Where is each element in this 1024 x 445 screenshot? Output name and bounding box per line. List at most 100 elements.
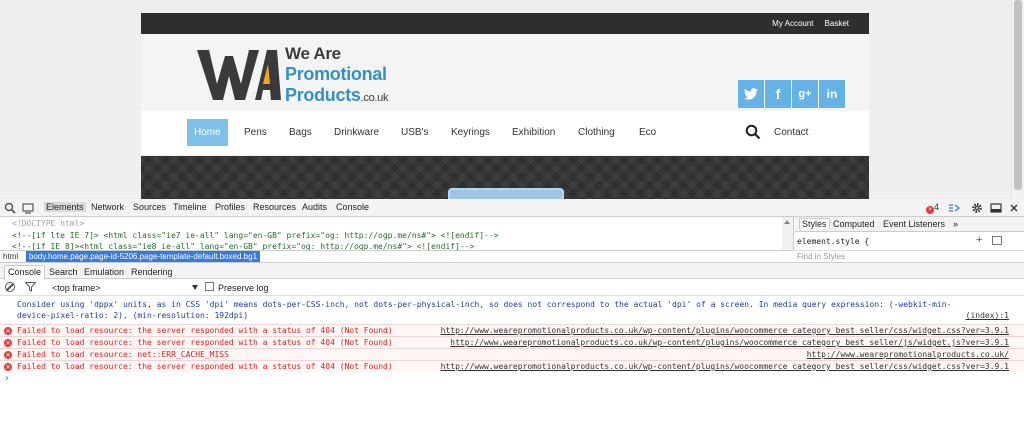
nav-drinkware[interactable]: Drinkware: [334, 119, 379, 146]
hero-banner: [141, 156, 869, 199]
drawer-tab-console[interactable]: Console: [4, 265, 46, 280]
tab-elements[interactable]: Elements: [44, 202, 86, 212]
page-viewport: My Account Basket We Are Promotional Pro…: [0, 0, 1024, 199]
find-in-styles-input[interactable]: Find in Styles: [795, 250, 1024, 262]
error-icon: ×: [4, 327, 12, 335]
nav-pens[interactable]: Pens: [244, 119, 267, 146]
tab-profiles[interactable]: Profiles: [215, 202, 245, 212]
settings-gear-icon[interactable]: [971, 202, 983, 214]
frame-select[interactable]: <top frame>: [52, 283, 101, 293]
tab-event-listeners[interactable]: Event Listeners: [883, 219, 945, 229]
error-icon: ×: [926, 206, 934, 214]
nav-home[interactable]: Home: [187, 119, 228, 146]
error-icon: ×: [4, 363, 12, 371]
more-tabs-chevron-icon[interactable]: »: [953, 219, 958, 229]
error-icon: ×: [4, 351, 12, 359]
dom-node-comment-ie7[interactable]: <!--[if lte IE 7]> <html class="ie7 ie-a…: [12, 231, 498, 240]
nav-usbs[interactable]: USB's: [401, 119, 428, 146]
console-messages: Consider using 'dppx' units, as in CSS '…: [0, 296, 1024, 445]
close-icon[interactable]: [1008, 202, 1020, 214]
logo-domain-suffix: .co.uk: [360, 92, 389, 104]
device-mode-icon[interactable]: [22, 202, 34, 214]
breadcrumb-html[interactable]: html: [3, 252, 18, 261]
console-prompt[interactable]: ›: [5, 373, 9, 384]
preserve-log-checkbox[interactable]: [205, 282, 214, 291]
info-message-line-1: Consider using 'dppx' units, as in CSS '…: [17, 300, 952, 309]
tab-network[interactable]: Network: [91, 202, 124, 212]
info-message-source[interactable]: (index):1: [966, 311, 1009, 320]
linkedin-icon[interactable]: in: [819, 80, 845, 108]
dom-breadcrumb: html body.home.page.page-id-5206.page-te…: [0, 250, 794, 263]
google-plus-icon[interactable]: g+: [792, 80, 818, 108]
frame-dropdown-arrow-icon[interactable]: [192, 285, 198, 290]
logo-line-3-text: Products: [285, 85, 361, 105]
console-info-message[interactable]: Consider using 'dppx' units, as in CSS '…: [0, 300, 1024, 324]
drawer-tab-search[interactable]: Search: [49, 267, 78, 277]
inspect-search-icon[interactable]: [4, 202, 16, 214]
error-text: Failed to load resource: the server resp…: [17, 326, 393, 335]
element-style-rule[interactable]: element.style {: [797, 237, 869, 246]
console-error-message[interactable]: × Failed to load resource: the server re…: [0, 360, 1024, 372]
devtools: Elements Network Sources Timeline Profil…: [0, 199, 1024, 445]
console-error-message[interactable]: × Failed to load resource: the server re…: [0, 324, 1024, 336]
twitter-icon[interactable]: [738, 80, 764, 108]
dom-node-doctype[interactable]: <!DOCTYPE html>: [12, 219, 84, 228]
error-text: Failed to load resource: the server resp…: [17, 362, 393, 371]
social-links: f g+ in: [737, 80, 845, 108]
logo-line-2: Promotional: [285, 64, 387, 84]
banner-panel: [448, 188, 564, 199]
devtools-toolbar: Elements Network Sources Timeline Profil…: [0, 199, 1024, 217]
error-count-badge[interactable]: × 4: [926, 202, 939, 214]
page-scrollbar[interactable]: [1011, 0, 1024, 199]
nav-eco[interactable]: Eco: [639, 119, 656, 146]
scroll-up-arrow-icon[interactable]: [784, 220, 790, 224]
error-source-link[interactable]: http://www.wearepromotionalproducts.co.u…: [441, 326, 1009, 335]
error-source-link[interactable]: http://www.wearepromotionalproducts.co.u…: [807, 350, 1009, 359]
error-icon: ×: [4, 339, 12, 347]
drawer-toggle-icon[interactable]: [948, 202, 960, 214]
tab-computed[interactable]: Computed: [833, 219, 875, 229]
nav-keyrings[interactable]: Keyrings: [451, 119, 490, 146]
basket-link[interactable]: Basket: [825, 19, 849, 28]
website: My Account Basket We Are Promotional Pro…: [141, 13, 869, 199]
error-count: 4: [934, 202, 940, 212]
drawer-tabs: Console Search Emulation Rendering: [0, 262, 1024, 280]
drawer-tab-rendering[interactable]: Rendering: [131, 267, 173, 277]
toggle-element-state-icon[interactable]: [992, 236, 1002, 245]
browser-window: My Account Basket We Are Promotional Pro…: [0, 0, 1024, 445]
nav-contact[interactable]: Contact: [774, 119, 808, 146]
drawer-tab-emulation[interactable]: Emulation: [84, 267, 124, 277]
page-scrollbar-thumb[interactable]: [1014, 0, 1022, 190]
styles-pane: Styles Computed Event Listeners » elemen…: [795, 217, 1024, 262]
new-style-rule-icon[interactable]: +: [976, 234, 982, 246]
tab-audits[interactable]: Audits: [302, 202, 327, 212]
wa-logo-icon: [197, 50, 281, 100]
tab-sources[interactable]: Sources: [133, 202, 166, 212]
search-icon[interactable]: [745, 124, 761, 140]
console-toolbar: <top frame> Preserve log: [0, 279, 1024, 296]
tab-console[interactable]: Console: [336, 202, 369, 212]
facebook-icon[interactable]: f: [765, 80, 791, 108]
tab-resources[interactable]: Resources: [253, 202, 296, 212]
clear-console-icon[interactable]: [5, 282, 15, 292]
main-nav: Home Pens Bags Drinkware USB's Keyrings …: [141, 111, 869, 156]
nav-exhibition[interactable]: Exhibition: [512, 119, 555, 146]
console-error-message[interactable]: × Failed to load resource: the server re…: [0, 336, 1024, 348]
dom-node-comment-ie8[interactable]: <!--[if IE 8]><html class="ie8 ie-all" l…: [12, 242, 474, 250]
tab-styles[interactable]: Styles: [799, 218, 830, 229]
nav-bags[interactable]: Bags: [289, 119, 312, 146]
tab-timeline[interactable]: Timeline: [173, 202, 207, 212]
error-source-link[interactable]: http://www.wearepromotionalproducts.co.u…: [450, 338, 1009, 347]
top-bar: My Account Basket: [141, 13, 869, 34]
my-account-link[interactable]: My Account: [772, 19, 813, 28]
filter-funnel-icon[interactable]: [25, 282, 36, 292]
preserve-log-label: Preserve log: [218, 283, 269, 293]
dock-side-icon[interactable]: [990, 202, 1002, 214]
site-logo[interactable]: We Are Promotional Products.co.uk: [197, 42, 397, 106]
logo-line-3: Products.co.uk: [285, 85, 388, 106]
styles-tabs: Styles Computed Event Listeners »: [795, 217, 1024, 232]
console-error-message[interactable]: × Failed to load resource: net::ERR_CACH…: [0, 348, 1024, 360]
site-header: We Are Promotional Products.co.uk f g+ i…: [141, 34, 869, 111]
error-source-link[interactable]: http://www.wearepromotionalproducts.co.u…: [441, 362, 1009, 371]
nav-clothing[interactable]: Clothing: [578, 119, 615, 146]
